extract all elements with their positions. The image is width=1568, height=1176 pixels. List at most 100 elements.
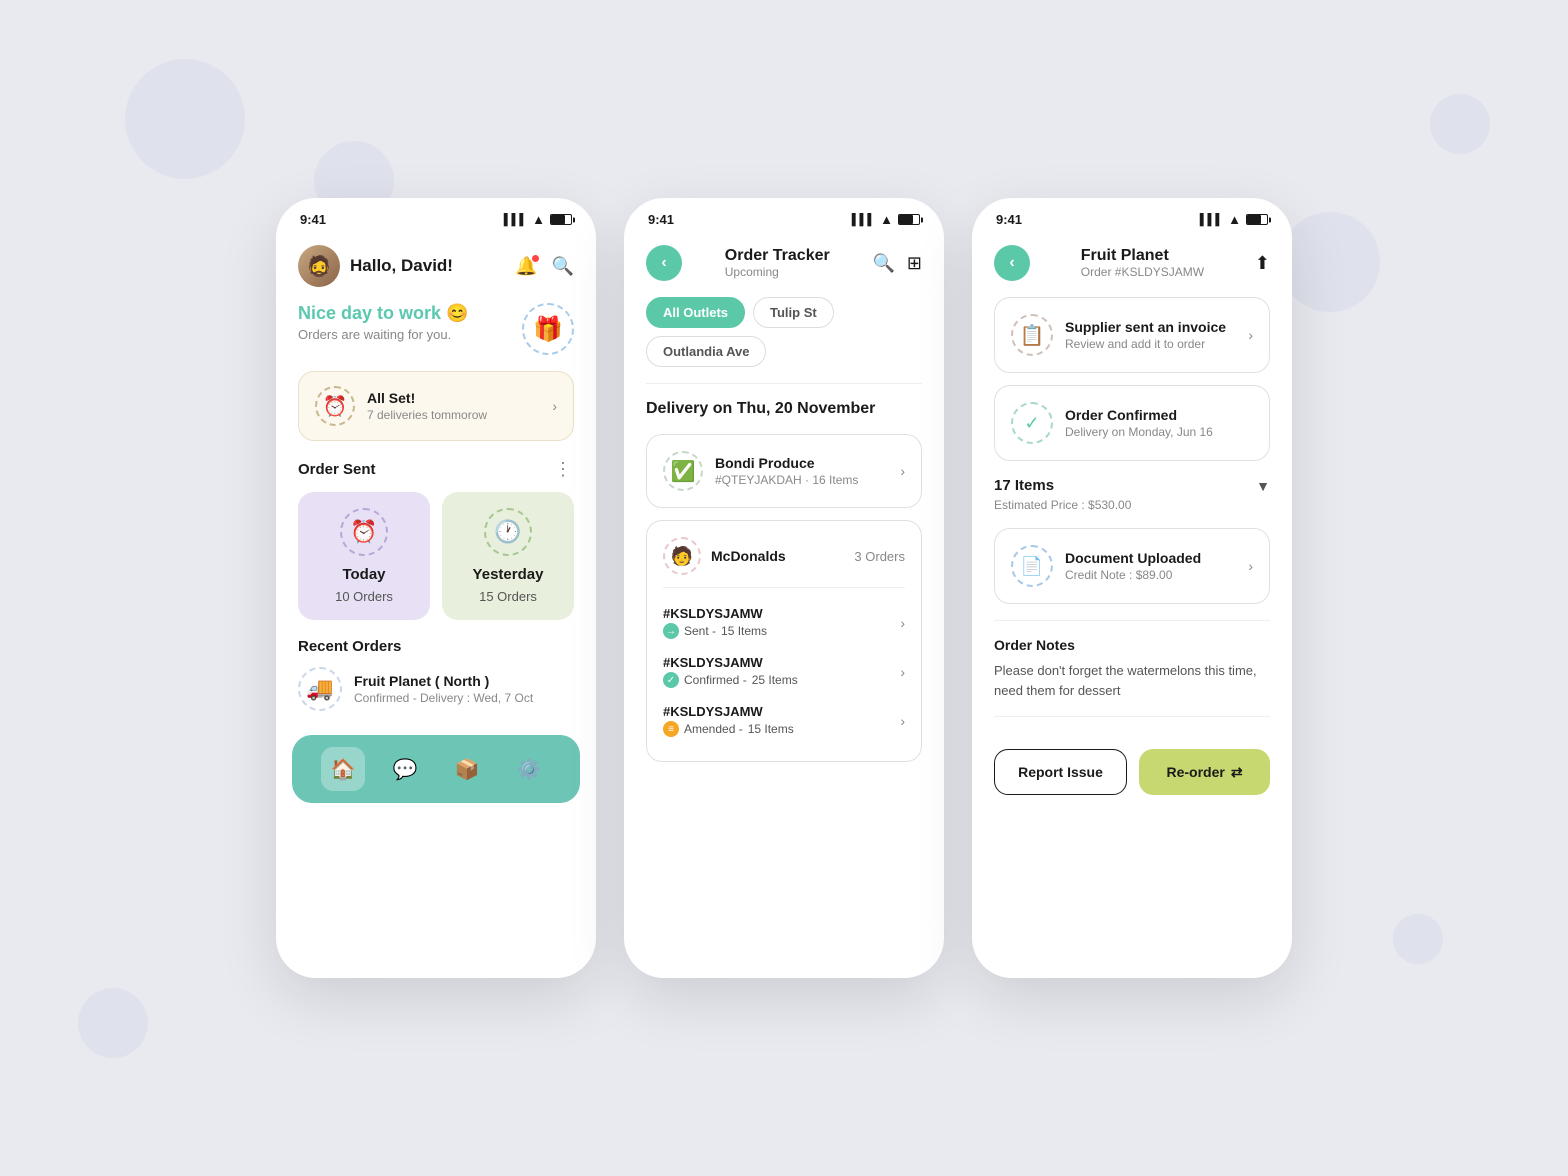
mc-left: 🧑 McDonalds [663,537,786,575]
wifi-icon-3: ▲ [1228,212,1241,227]
mc-order-3[interactable]: #KSLDYSJAMW ≡ Amended - 15 Items › [663,696,905,745]
document-card[interactable]: 📄 Document Uploaded Credit Note : $89.00… [994,528,1270,604]
chevron-invoice: › [1248,327,1253,343]
recent-item-details: Fruit Planet ( North ) Confirmed - Deliv… [354,673,533,705]
search-icon[interactable]: 🔍 [552,256,574,277]
recent-item-name: Fruit Planet ( North ) [354,673,533,689]
mc-order-2-id: #KSLDYSJAMW [663,655,798,670]
doc-subtitle: Credit Note : $89.00 [1065,568,1201,582]
gift-icon: 🎁 [522,303,574,355]
tracker-actions: 🔍 ⊞ [872,253,922,274]
filter-outlandia[interactable]: Outlandia Ave [646,336,766,367]
mc-order-2-details: #KSLDYSJAMW ✓ Confirmed - 25 Items [663,655,798,688]
doc-text: Document Uploaded Credit Note : $89.00 [1065,550,1201,582]
chevron-doc: › [1248,558,1253,574]
confirmed-icon: ✓ [1011,402,1053,444]
status-icons-2: ▌▌▌ ▲ [852,212,920,227]
yesterday-label: Yesterday [473,566,544,583]
confirmed-title: Order Confirmed [1065,407,1213,423]
nav-chat[interactable]: 💬 [383,747,427,791]
divider-1 [646,383,922,384]
nav-settings[interactable]: ⚙️ [507,747,551,791]
mc-avatar: 🧑 [663,537,701,575]
divider-notes [994,620,1270,621]
supplier-name: Fruit Planet [1081,247,1204,265]
mc-order-2[interactable]: #KSLDYSJAMW ✓ Confirmed - 25 Items › [663,647,905,696]
status-bar-1: 9:41 ▌▌▌ ▲ [276,198,596,235]
signal-icon-3: ▌▌▌ [1200,214,1223,226]
more-options-icon[interactable]: ⋮ [554,459,574,480]
mc-orders-count: 3 Orders [854,549,905,564]
notes-title: Order Notes [994,637,1270,653]
mc-order-3-details: #KSLDYSJAMW ≡ Amended - 15 Items [663,704,794,737]
bondi-produce-card[interactable]: ✅ Bondi Produce #QTEYJAKDAH · 16 Items › [646,434,922,508]
dropdown-arrow-icon[interactable]: ▼ [1256,478,1270,494]
greeting-text: Nice day to work 😊 Orders are waiting fo… [298,303,468,342]
back-button[interactable]: ‹ [646,245,682,281]
mc-order-3-left: #KSLDYSJAMW ≡ Amended - 15 Items [663,704,794,737]
order-notes: Order Notes Please don't forget the wate… [972,637,1292,716]
today-label: Today [342,566,385,583]
doc-title: Document Uploaded [1065,550,1201,566]
user-info: 🧔 Hallo, David! [298,245,453,287]
back-button-3[interactable]: ‹ [994,245,1030,281]
detail-header: ‹ Fruit Planet Order #KSLDYSJAMW ⬆ [972,235,1292,297]
yesterday-count: 15 Orders [479,589,537,604]
yesterday-icon: 🕐 [484,508,532,556]
detail-title-block: Fruit Planet Order #KSLDYSJAMW [1081,247,1204,279]
filter-icon[interactable]: ⊞ [907,253,922,274]
chevron-right-icon: › [552,398,557,414]
mc-order-2-left: #KSLDYSJAMW ✓ Confirmed - 25 Items [663,655,798,688]
allset-icon: ⏰ [315,386,355,426]
report-issue-button[interactable]: Report Issue [994,749,1127,795]
mc-order-1[interactable]: #KSLDYSJAMW → Sent - 15 Items › [663,598,905,647]
order-ref: Order #KSLDYSJAMW [1081,265,1204,279]
reorder-button[interactable]: Re-order ⇄ [1139,749,1270,795]
status-icons-3: ▌▌▌ ▲ [1200,212,1268,227]
nav-orders[interactable]: 📦 [445,747,489,791]
wifi-icon-2: ▲ [880,212,893,227]
allset-card[interactable]: ⏰ All Set! 7 deliveries tommorow › [298,371,574,441]
status-bar-2: 9:41 ▌▌▌ ▲ [624,198,944,235]
notes-text: Please don't forget the watermelons this… [994,661,1270,700]
recent-order-item[interactable]: 🚚 Fruit Planet ( North ) Confirmed - Del… [298,667,574,723]
status-icons-1: ▌▌▌ ▲ [504,212,572,227]
share-icon[interactable]: ⬆ [1255,253,1270,274]
allset-left: ⏰ All Set! 7 deliveries tommorow [315,386,487,426]
items-row: 17 Items ▼ [972,477,1292,498]
today-card[interactable]: ⏰ Today 10 Orders [298,492,430,620]
yesterday-card[interactable]: 🕐 Yesterday 15 Orders [442,492,574,620]
greeting-name: Hallo, David! [350,256,453,276]
confirmed-card: ✓ Order Confirmed Delivery on Monday, Ju… [994,385,1270,461]
bondi-left: ✅ Bondi Produce #QTEYJAKDAH · 16 Items [663,451,858,491]
document-icon: 📄 [1011,545,1053,587]
estimated-price: Estimated Price : $530.00 [972,498,1292,528]
confirmed-subtitle: Delivery on Monday, Jun 16 [1065,425,1213,439]
mc-order-1-left: #KSLDYSJAMW → Sent - 15 Items [663,606,767,639]
filter-tulip-st[interactable]: Tulip St [753,297,834,328]
divider-actions [994,716,1270,717]
order-sent-header: Order Sent ⋮ [276,459,596,492]
nav-home[interactable]: 🏠 [321,747,365,791]
recent-orders-title: Recent Orders [298,638,574,655]
mc-name: McDonalds [711,548,786,564]
bondi-name: Bondi Produce [715,455,858,471]
recent-item-icon: 🚚 [298,667,342,711]
notification-dot [532,255,539,262]
search-icon-tracker[interactable]: 🔍 [872,253,894,274]
tracker-title: Order Tracker [725,247,830,265]
mc-order-1-id: #KSLDYSJAMW [663,606,767,621]
invoice-card[interactable]: 📋 Supplier sent an invoice Review and ad… [994,297,1270,373]
status-time-2: 9:41 [648,212,674,227]
tracker-subtitle: Upcoming [725,265,830,279]
today-icon: ⏰ [340,508,388,556]
mc-header: 🧑 McDonalds 3 Orders [663,537,905,575]
filter-all-outlets[interactable]: All Outlets [646,297,745,328]
greeting-section: Nice day to work 😊 Orders are waiting fo… [276,303,596,371]
mc-divider [663,587,905,588]
bondi-order-ref: #QTEYJAKDAH · 16 Items [715,473,858,487]
allset-title: All Set! [367,390,487,406]
reorder-icon: ⇄ [1231,764,1243,781]
notification-bell-icon[interactable]: 🔔 [515,256,537,277]
doc-left: 📄 Document Uploaded Credit Note : $89.00 [1011,545,1201,587]
